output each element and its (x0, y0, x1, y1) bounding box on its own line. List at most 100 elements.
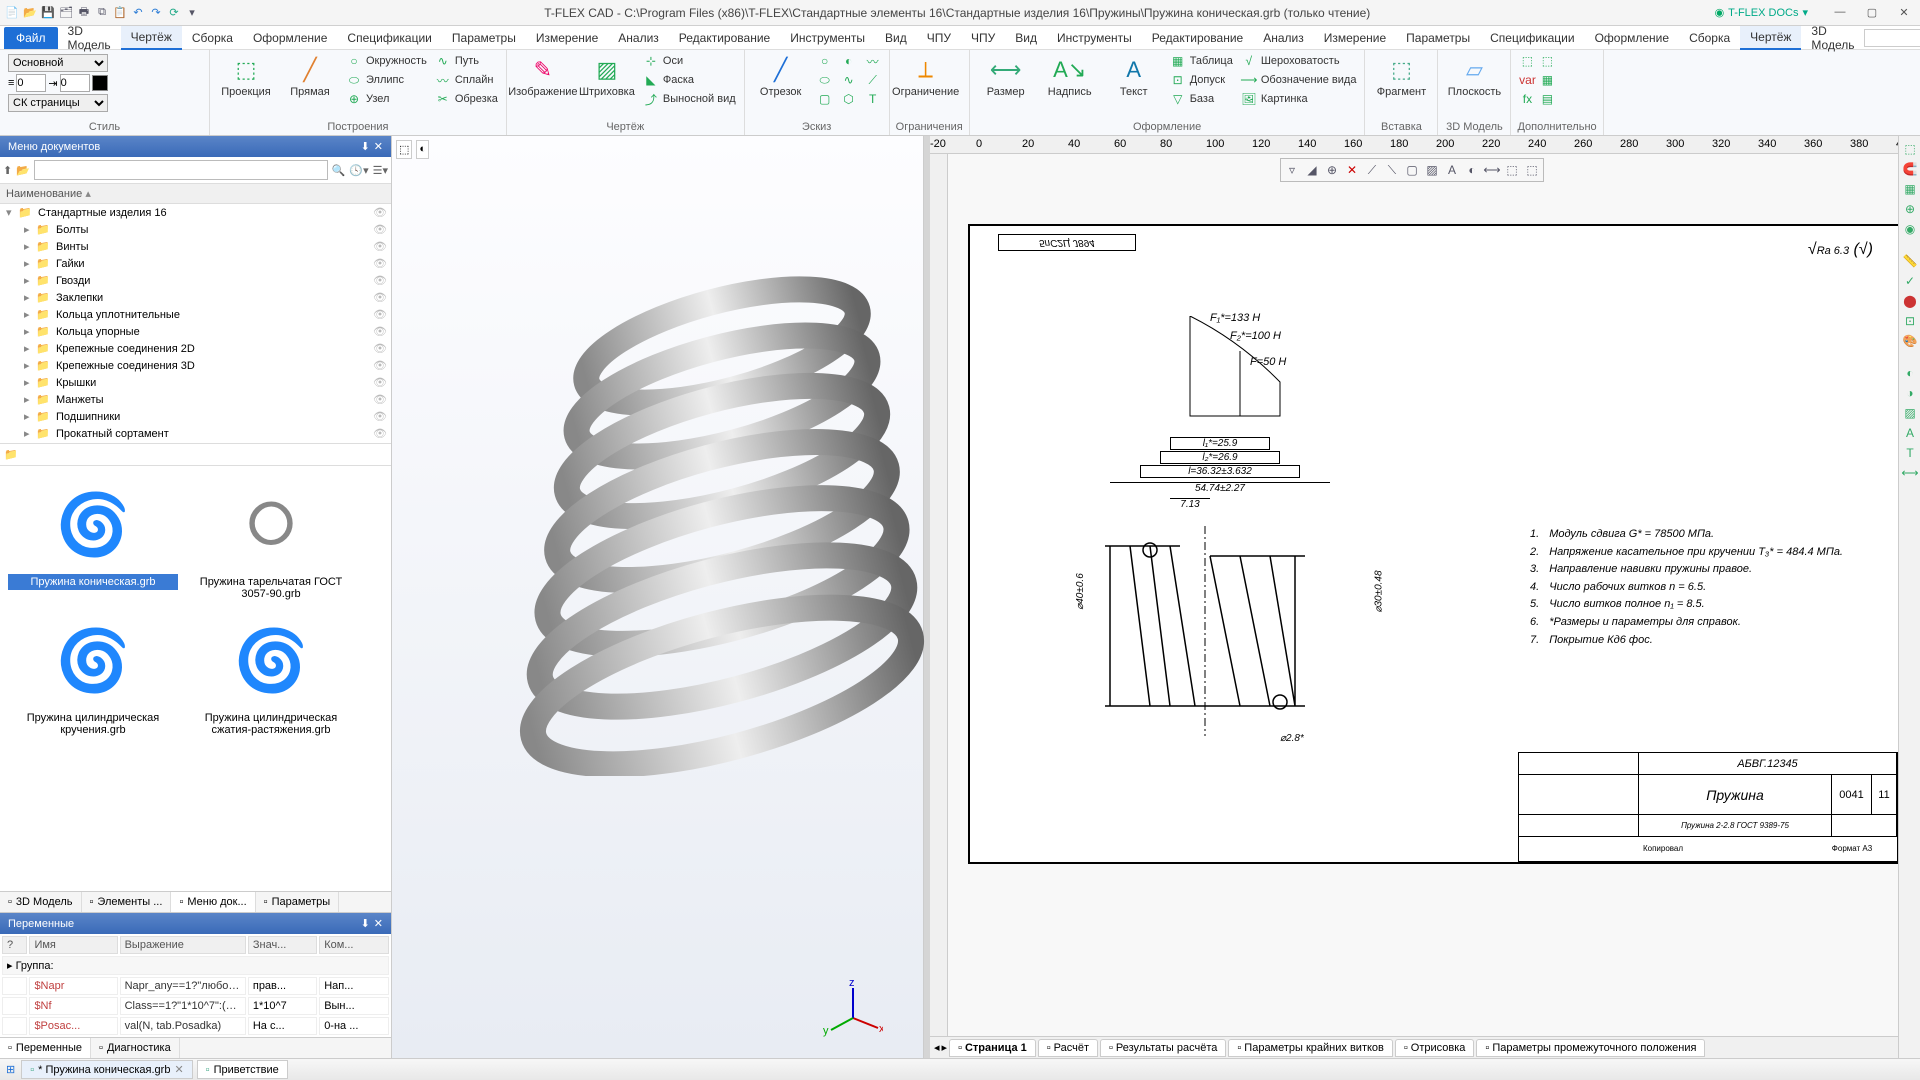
more-icon[interactable]: ▾ (184, 5, 200, 21)
tree-node[interactable]: ▸📁Крышки👁 (0, 374, 391, 391)
variable-row[interactable]: $NfClass==1?"1*10^7":(Class==2?...1*10^7… (2, 997, 389, 1015)
left-tab[interactable]: ▫3D Модель (0, 892, 82, 912)
lineweight2-input[interactable] (60, 74, 90, 92)
close2-icon[interactable]: ✕ (374, 917, 383, 930)
close-panel-icon[interactable]: ✕ (374, 140, 383, 153)
designation-button[interactable]: ⟶Обозначение вида (1239, 71, 1359, 89)
open-icon[interactable]: 📂 (22, 5, 38, 21)
tree-node[interactable]: ▸📁Болты👁 (0, 221, 391, 238)
menu-tab-10[interactable]: Вид (1005, 27, 1047, 49)
minimize-icon[interactable]: — (1828, 6, 1852, 19)
dt6-icon[interactable]: ⟍ (1383, 161, 1401, 179)
dt11-icon[interactable]: ⟷ (1483, 161, 1501, 179)
tree-node[interactable]: ▸📁Кольца упорные👁 (0, 323, 391, 340)
tree-node[interactable]: ▸📁Заклепки👁 (0, 289, 391, 306)
rb13-icon[interactable]: ▨ (1901, 404, 1919, 422)
menu-tab-4[interactable]: Спецификации (1480, 27, 1584, 49)
variable-row[interactable]: $NaprNapr_any==1?"любое":(Napr==...прав.… (2, 977, 389, 995)
dt8-icon[interactable]: ▨ (1423, 161, 1441, 179)
projection-button[interactable]: ⬚Проекция (216, 52, 276, 100)
menu-tab[interactable]: Чертёж (121, 26, 182, 50)
page-tab[interactable]: ▫Параметры промежуточного положения (1476, 1039, 1705, 1057)
esk8-button[interactable]: ⟋ (863, 71, 883, 89)
pt-prev-icon[interactable]: ◂ (934, 1041, 940, 1054)
ex1-button[interactable]: ⬚⬚ (1517, 52, 1557, 70)
chamfer-button[interactable]: ◣Фаска (641, 71, 738, 89)
table-button[interactable]: ▦Таблица (1168, 52, 1235, 70)
save-icon[interactable]: 💾 (40, 5, 56, 21)
linestyle-icon[interactable]: ≡ (8, 77, 14, 89)
rb16-icon[interactable]: ⟷ (1901, 464, 1919, 482)
rb1-icon[interactable]: ⬚ (1901, 140, 1919, 158)
hatch-button[interactable]: ▨Штриховка (577, 52, 637, 100)
left-tab[interactable]: ▫Параметры (256, 892, 340, 912)
esk4-button[interactable]: ◐ (839, 52, 859, 70)
menu-tab[interactable]: Спецификации (337, 27, 441, 49)
esk6-button[interactable]: ⬡ (839, 90, 859, 108)
esk3-button[interactable]: ▢ (815, 90, 835, 108)
tree-node[interactable]: ▸📁Крепежные соединения 3D👁 (0, 357, 391, 374)
label-button[interactable]: A↘Надпись (1040, 52, 1100, 100)
open-folder-icon[interactable]: 📂 (16, 164, 30, 177)
menu-tab[interactable]: Оформление (243, 27, 337, 49)
cs-select[interactable]: СК страницы (8, 94, 108, 112)
pt-next-icon[interactable]: ▸ (942, 1041, 948, 1054)
paste-icon[interactable]: 📋 (112, 5, 128, 21)
ex2-button[interactable]: var▦ (1517, 71, 1557, 89)
dt9-icon[interactable]: A (1443, 161, 1461, 179)
refresh-icon[interactable]: ⟳ (166, 5, 182, 21)
recent-icon[interactable]: 🕓▾ (349, 164, 368, 177)
tree-node[interactable]: ▸📁Кольца уплотнительные👁 (0, 306, 391, 323)
document-tab[interactable]: ▫Приветствие (197, 1060, 288, 1079)
esk7-button[interactable]: 〰 (863, 52, 883, 70)
menu-tab-7[interactable]: Анализ (1253, 27, 1314, 49)
path-input[interactable] (34, 160, 328, 180)
fragment-button[interactable]: ⬚Фрагмент (1371, 52, 1431, 100)
thumbnail[interactable]: ⭘Пружина тарельчатая ГОСТ 3057-90.grb (186, 474, 356, 602)
vmode-icon[interactable]: ◐ (416, 140, 429, 159)
tree-node[interactable]: ▸📁Крепежные соединения 2D👁 (0, 340, 391, 357)
menu-tab[interactable]: Инструменты (780, 27, 875, 49)
copy-icon[interactable]: ⧉ (94, 5, 110, 21)
rb11-icon[interactable]: ◐ (1901, 364, 1919, 382)
dt2-icon[interactable]: ◢ (1303, 161, 1321, 179)
rb8-icon[interactable]: ⬤ (1901, 292, 1919, 310)
arrow-icon[interactable]: ⇥ (48, 77, 57, 90)
menu-tab[interactable]: Измерение (526, 27, 608, 49)
pin2-icon[interactable]: ⬇ (361, 917, 370, 930)
dimension-button[interactable]: ⟷Размер (976, 52, 1036, 100)
base-button[interactable]: ▽База (1168, 90, 1235, 108)
circle-button[interactable]: ○Окружность (344, 52, 429, 70)
dt7-icon[interactable]: ▢ (1403, 161, 1421, 179)
picture-button[interactable]: 🖼Картинка (1239, 90, 1359, 108)
esk5-button[interactable]: ∿ (839, 71, 859, 89)
menu-tab[interactable]: ЧПУ (917, 27, 961, 49)
rb3-icon[interactable]: ▦ (1901, 180, 1919, 198)
menu-tab-2[interactable]: Сборка (1679, 27, 1740, 49)
rb5-icon[interactable]: ◉ (1901, 220, 1919, 238)
callout-button[interactable]: ⤴Выносной вид (641, 90, 738, 108)
menu-tab-1[interactable]: Чертёж (1740, 26, 1801, 50)
dt3-icon[interactable]: ⊕ (1323, 161, 1341, 179)
dt10-icon[interactable]: ◐ (1463, 161, 1481, 179)
tree-node[interactable]: ▸📁Винты👁 (0, 238, 391, 255)
menu-tab-0[interactable]: 3D Модель (1801, 20, 1864, 56)
esk9-button[interactable]: T (863, 90, 883, 108)
node-button[interactable]: ⊕Узел (344, 90, 429, 108)
menu-tab-6[interactable]: Измерение (1314, 27, 1396, 49)
page-tab[interactable]: ▫Параметры крайних витков (1228, 1039, 1393, 1057)
menu-tab[interactable]: Параметры (442, 27, 526, 49)
lineweight1-input[interactable] (16, 74, 46, 92)
page-tab[interactable]: ▫Отрисовка (1395, 1039, 1475, 1057)
tree-col-header[interactable]: Наименование ▴ (0, 184, 391, 204)
ex3-button[interactable]: fx▤ (1517, 90, 1557, 108)
ellipse-button[interactable]: ⬭Эллипс (344, 71, 429, 89)
tree-node[interactable]: ▸📁Манжеты👁 (0, 391, 391, 408)
tree-node[interactable]: ▸📁Гайки👁 (0, 255, 391, 272)
thumbnail[interactable]: 🌀Пружина коническая.grb (8, 474, 178, 602)
thumbnail[interactable]: 🌀Пружина цилиндрическая кручения.grb (8, 610, 178, 738)
tree-node[interactable]: ▸📁Подшипники👁 (0, 408, 391, 425)
rb7-icon[interactable]: ✓ (1901, 272, 1919, 290)
rb6-icon[interactable]: 📏 (1901, 252, 1919, 270)
rb9-icon[interactable]: ⊡ (1901, 312, 1919, 330)
